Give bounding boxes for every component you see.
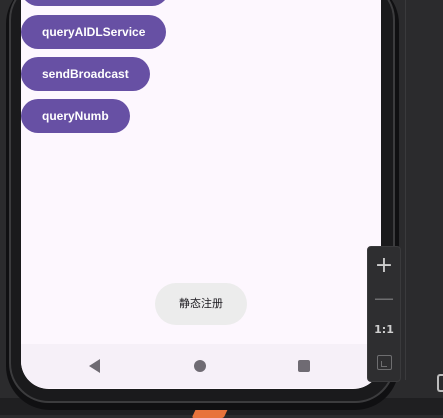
zoom-out-button[interactable]: —	[368, 283, 400, 313]
emulator-side-panel	[395, 0, 443, 415]
back-icon[interactable]	[89, 359, 100, 373]
zoom-in-button[interactable]: +	[368, 251, 400, 281]
zoom-controls: + — 1:1	[367, 246, 401, 382]
home-icon[interactable]	[194, 360, 206, 372]
fit-screen-button[interactable]	[368, 347, 400, 377]
query-aidl-service-button[interactable]: queryAIDLService	[21, 15, 167, 49]
window-corner-icon[interactable]	[437, 374, 443, 392]
actual-size-button[interactable]: 1:1	[368, 315, 400, 345]
toast-message: 静态注册	[155, 283, 247, 325]
fit-screen-icon	[377, 355, 392, 370]
device-screen: queryAIDLService sendBroadcast queryNumb…	[21, 0, 381, 389]
recents-icon[interactable]	[298, 360, 310, 372]
android-navigation-bar	[21, 344, 381, 388]
query-numb-button[interactable]: queryNumb	[21, 99, 130, 133]
send-broadcast-button[interactable]: sendBroadcast	[21, 57, 150, 91]
cut-off-button[interactable]	[21, 0, 169, 6]
